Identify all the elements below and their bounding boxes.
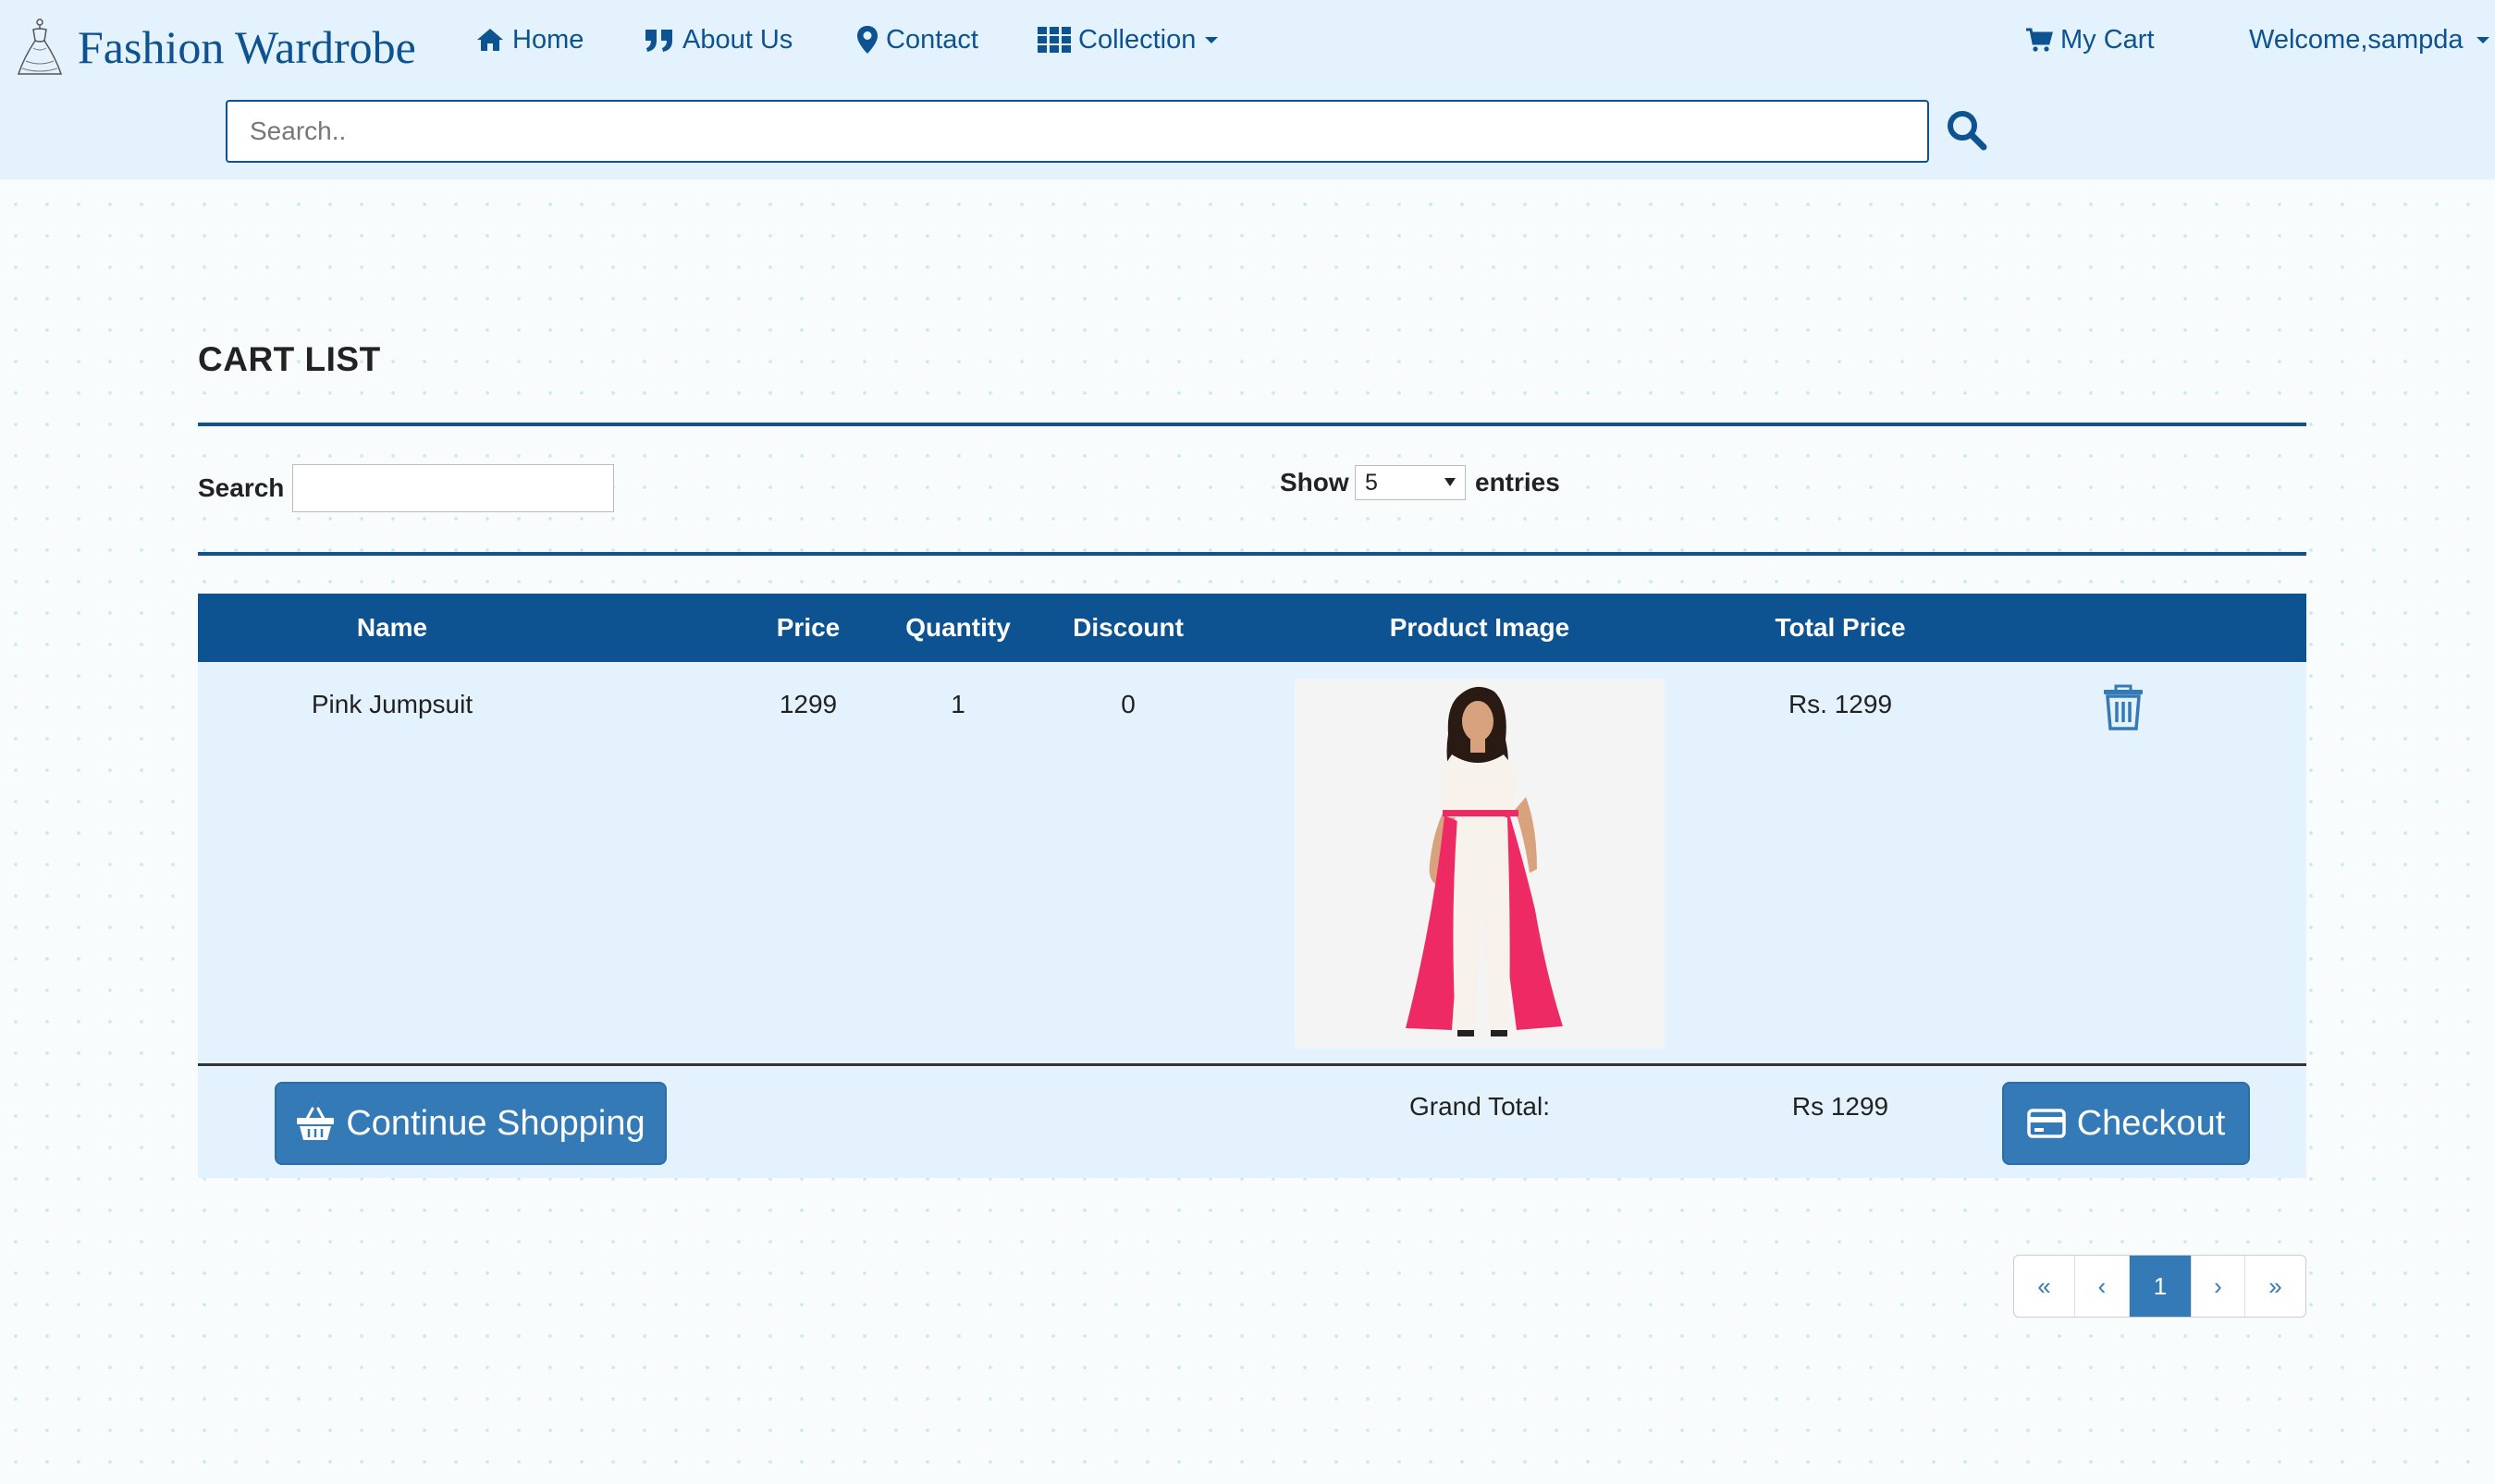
divider	[198, 423, 2306, 426]
nav-contact[interactable]: Contact	[856, 18, 978, 61]
grand-total-value: Rs 1299	[1791, 1092, 1889, 1121]
table-footer: Continue Shopping Grand Total: Rs 1299 C…	[198, 1063, 2306, 1178]
cell-quantity: 1	[951, 690, 965, 718]
divider	[198, 552, 2306, 556]
page-last-button[interactable]: »	[2245, 1256, 2305, 1317]
caret-down-icon	[2476, 37, 2489, 43]
column-header-name: Name	[356, 613, 428, 642]
grand-total-label: Grand Total:	[1408, 1092, 1551, 1121]
nav-collection-dropdown[interactable]: Collection	[1038, 18, 1220, 61]
cell-total-price: Rs. 1299	[1788, 690, 1893, 718]
table-row: Pink Jumpsuit 1299 1 0 Rs. 1299	[198, 662, 2306, 1063]
continue-shopping-button[interactable]: Continue Shopping	[275, 1082, 667, 1165]
entries-label: entries	[1475, 468, 1560, 497]
shopping-basket-icon	[297, 1107, 335, 1140]
pink-jumpsuit-photo	[1295, 679, 1665, 1049]
credit-card-icon	[2026, 1109, 2066, 1138]
nav-contact-label: Contact	[886, 24, 978, 55]
nav-my-cart-label: My Cart	[2060, 24, 2155, 55]
grid-icon	[1038, 27, 1071, 53]
home-icon	[477, 29, 503, 51]
entries-per-page-select[interactable]: 5	[1355, 465, 1466, 500]
checkout-label: Checkout	[2076, 1103, 2226, 1143]
page-next-button[interactable]: ›	[2192, 1256, 2245, 1317]
nav-user-menu[interactable]: Welcome,sampda	[2249, 18, 2491, 61]
cell-price: 1299	[779, 690, 838, 718]
checkout-button[interactable]: Checkout	[2002, 1082, 2250, 1165]
entries-value: 5	[1365, 470, 1378, 496]
continue-shopping-label: Continue Shopping	[346, 1103, 645, 1143]
show-label: Show	[1280, 468, 1349, 497]
product-image	[1295, 679, 1665, 1049]
pagination: « ‹ 1 › »	[2013, 1255, 2306, 1318]
caret-down-icon	[1205, 37, 1219, 43]
welcome-user-label: Welcome,sampda	[2249, 24, 2464, 55]
column-header-product-image: Product Image	[1389, 613, 1570, 642]
page-prev-button[interactable]: ‹	[2075, 1256, 2130, 1317]
dress-mannequin-icon	[17, 18, 63, 75]
map-marker-icon	[857, 26, 878, 54]
column-header-total-price: Total Price	[1775, 613, 1906, 642]
trash-icon[interactable]	[2101, 684, 2145, 730]
navbar: Fashion Wardrobe Home About Us Contact C…	[0, 0, 2495, 179]
shopping-cart-icon	[2026, 28, 2053, 52]
page-title: CART LIST	[198, 340, 381, 378]
column-header-discount: Discount	[1073, 613, 1184, 642]
caret-down-icon	[1444, 478, 1456, 486]
nav-about-label: About Us	[682, 24, 793, 55]
table-search-label: Search	[198, 473, 285, 502]
cell-name: Pink Jumpsuit	[311, 690, 473, 718]
table-search-input[interactable]	[292, 464, 614, 512]
nav-home-label: Home	[512, 24, 584, 55]
brand[interactable]: Fashion Wardrobe	[13, 15, 416, 80]
column-header-price: Price	[776, 613, 841, 642]
nav-home[interactable]: Home	[475, 18, 584, 61]
column-header-quantity: Quantity	[905, 613, 1011, 642]
quote-icon	[645, 30, 672, 52]
site-search-input[interactable]	[226, 100, 1929, 163]
brand-name: Fashion Wardrobe	[78, 21, 416, 73]
nav-my-cart[interactable]: My Cart	[2025, 18, 2155, 61]
nav-about[interactable]: About Us	[644, 18, 793, 61]
table-header: Name Price Quantity Discount Product Ima…	[198, 594, 2306, 662]
cell-discount: 0	[1121, 690, 1136, 718]
page-first-button[interactable]: «	[2014, 1256, 2075, 1317]
page-number-button[interactable]: 1	[2130, 1256, 2192, 1317]
nav-collection-label: Collection	[1078, 24, 1197, 55]
search-icon[interactable]	[1946, 109, 1988, 152]
